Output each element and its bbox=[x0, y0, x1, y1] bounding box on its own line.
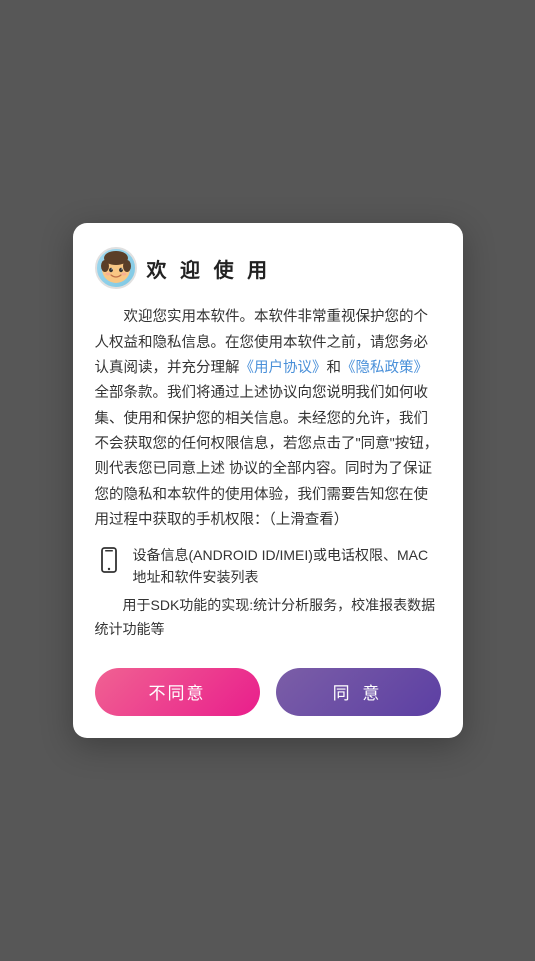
dialog-buttons: 不同意 同 意 bbox=[95, 668, 441, 716]
user-agreement-link[interactable]: 《用户协议》 bbox=[240, 360, 327, 376]
dialog-container: 欢 迎 使 用 欢迎您实用本软件。本软件非常重视保护您的个人权益和隐私信息。在您… bbox=[73, 223, 463, 738]
device-info-row: 设备信息(ANDROID ID/IMEI)或电话权限、MAC地址和软件安装列表 bbox=[95, 544, 441, 589]
dialog-header: 欢 迎 使 用 bbox=[95, 247, 441, 289]
privacy-policy-link[interactable]: 《隐私政策》 bbox=[341, 360, 428, 376]
disagree-button[interactable]: 不同意 bbox=[95, 668, 260, 716]
avatar bbox=[95, 247, 137, 289]
device-info-text: 设备信息(ANDROID ID/IMEI)或电话权限、MAC地址和软件安装列表 bbox=[133, 544, 441, 589]
overlay: 欢 迎 使 用 欢迎您实用本软件。本软件非常重视保护您的个人权益和隐私信息。在您… bbox=[0, 0, 535, 961]
avatar-icon bbox=[98, 250, 134, 286]
dialog-title: 欢 迎 使 用 bbox=[147, 254, 272, 283]
dialog-body: 欢迎您实用本软件。本软件非常重视保护您的个人权益和隐私信息。在您使用本软件之前，… bbox=[95, 305, 441, 652]
agree-button[interactable]: 同 意 bbox=[276, 668, 441, 716]
phone-icon bbox=[95, 546, 123, 574]
fade-bottom bbox=[95, 634, 441, 652]
body-text-1: 欢迎您实用本软件。本软件非常重视保护您的个人权益和隐私信息。在您使用本软件之前，… bbox=[95, 305, 441, 533]
